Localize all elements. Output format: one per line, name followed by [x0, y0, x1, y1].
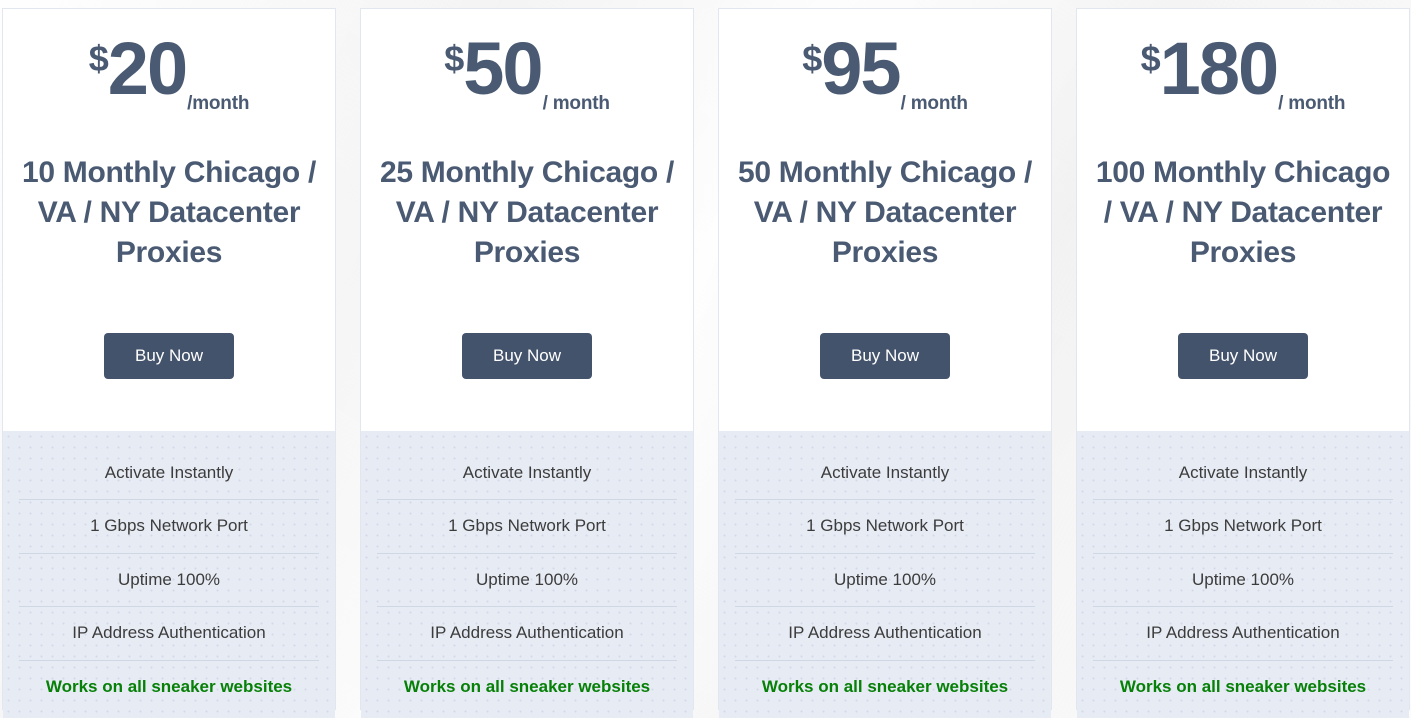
- billing-period: / month: [1278, 93, 1346, 114]
- billing-period: / month: [542, 93, 610, 114]
- currency-symbol: $: [1140, 38, 1161, 79]
- plan-title: 100 Monthly Chicago / VA / NY Datacenter…: [1095, 156, 1391, 269]
- feature-item-highlight: Works on all sneaker websites: [19, 659, 319, 713]
- price-amount: 50: [463, 27, 543, 110]
- feature-item: Activate Instantly: [104, 463, 234, 482]
- plan-features-list: Activate Instantly 1 Gbps Network Port Upt…: [719, 431, 1051, 718]
- currency-symbol: $: [88, 38, 109, 79]
- buy-now-button[interactable]: Buy Now: [104, 333, 234, 379]
- feature-item: Uptime 100%: [735, 552, 1035, 606]
- pricing-plan-card-4: $ 180 / month 100 Monthly Chicago / VA /…: [1076, 8, 1410, 718]
- pricing-plan-card-3: $ 95 / month 50 Monthly Chicago / VA / N…: [718, 8, 1052, 718]
- plan-title: 50 Monthly Chicago / VA / NY Datacenter …: [737, 156, 1033, 269]
- plan-price: $ 95 / month: [733, 27, 1037, 123]
- plan-price: $ 50 / month: [375, 27, 679, 123]
- feature-item: 1 Gbps Network Port: [19, 499, 319, 552]
- feature-item: IP Address Authentication: [377, 606, 677, 659]
- pricing-plans-grid: $ 20 /month 10 Monthly Chicago / VA / NY…: [0, 0, 1411, 718]
- feature-item: IP Address Authentication: [19, 606, 319, 659]
- buy-now-button[interactable]: Buy Now: [820, 333, 950, 379]
- feature-item: Uptime 100%: [19, 552, 319, 606]
- feature-item: Activate Instantly: [820, 463, 950, 482]
- feature-item-highlight: Works on all sneaker websites: [1093, 659, 1393, 713]
- buy-button-wrapper: Buy Now: [17, 333, 321, 431]
- buy-now-button[interactable]: Buy Now: [1178, 333, 1308, 379]
- feature-item: 1 Gbps Network Port: [377, 499, 677, 552]
- feature-item: Uptime 100%: [377, 552, 677, 606]
- plan-features-list: Activate Instantly 1 Gbps Network Port Upt…: [1077, 431, 1409, 718]
- plan-price: $ 20 /month: [17, 27, 321, 123]
- buy-button-wrapper: Buy Now: [1091, 333, 1395, 431]
- plan-title: 10 Monthly Chicago / VA / NY Datacenter …: [21, 156, 317, 269]
- pricing-plan-card-2: $ 50 / month 25 Monthly Chicago / VA / N…: [360, 8, 694, 718]
- feature-item: 1 Gbps Network Port: [735, 499, 1035, 552]
- feature-item: Uptime 100%: [1093, 552, 1393, 606]
- plan-card-header: $ 50 / month 25 Monthly Chicago / VA / N…: [361, 9, 693, 431]
- plan-price: $ 180 / month: [1091, 27, 1395, 123]
- feature-item: IP Address Authentication: [735, 606, 1035, 659]
- currency-symbol: $: [802, 38, 822, 79]
- buy-now-button[interactable]: Buy Now: [462, 333, 592, 379]
- pricing-plan-card-1: $ 20 /month 10 Monthly Chicago / VA / NY…: [2, 8, 336, 718]
- price-amount: 180: [1159, 27, 1279, 110]
- plan-card-header: $ 20 /month 10 Monthly Chicago / VA / NY…: [3, 9, 335, 431]
- billing-period: /month: [187, 93, 250, 114]
- feature-item: 1 Gbps Network Port: [1093, 499, 1393, 552]
- price-amount: 20: [107, 27, 188, 110]
- plan-features-list: Activate Instantly 1 Gbps Network Port Upt…: [361, 431, 693, 718]
- feature-item: Activate Instantly: [462, 463, 592, 482]
- buy-button-wrapper: Buy Now: [733, 333, 1037, 431]
- feature-item: IP Address Authentication: [1093, 606, 1393, 659]
- feature-item-highlight: Works on all sneaker websites: [377, 659, 677, 713]
- buy-button-wrapper: Buy Now: [375, 333, 679, 431]
- price-amount: 95: [821, 27, 901, 110]
- currency-symbol: $: [444, 38, 464, 79]
- plan-features-list: Activate Instantly 1 Gbps Network Port Upt…: [3, 431, 335, 718]
- feature-item-highlight: Works on all sneaker websites: [735, 659, 1035, 713]
- plan-card-header: $ 180 / month 100 Monthly Chicago / VA /…: [1077, 9, 1409, 431]
- feature-item: Activate Instantly: [1178, 463, 1308, 482]
- plan-title: 25 Monthly Chicago / VA / NY Datacenter …: [379, 156, 675, 269]
- plan-card-header: $ 95 / month 50 Monthly Chicago / VA / N…: [719, 9, 1051, 431]
- billing-period: / month: [900, 93, 968, 114]
